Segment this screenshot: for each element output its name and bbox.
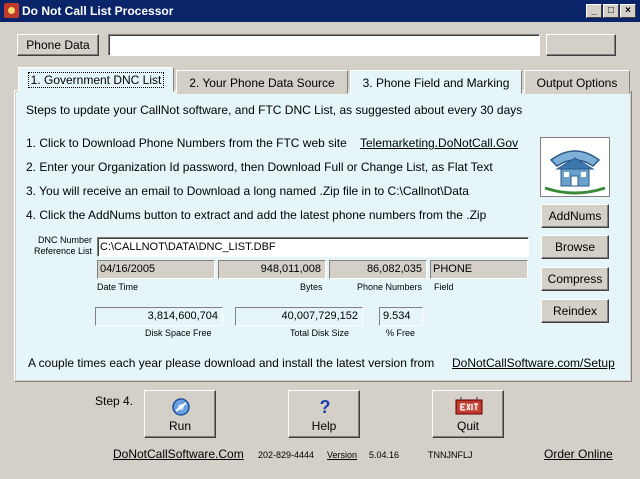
run-icon [171,397,191,417]
setup-link[interactable]: DoNotCallSoftware.com/Setup [452,356,615,370]
step-label: Step 4. [95,394,134,408]
bytes-label: Bytes [300,282,323,292]
pct-free-label: % Free [386,328,416,338]
registration-code: TNNJNFLJ [428,450,473,460]
reindex-button[interactable]: Reindex [541,299,609,323]
tab-label: 1. Government DNC List [27,72,165,88]
tab-label: 2. Your Phone Data Source [189,76,335,90]
site-link[interactable]: DoNotCallSoftware.Com [113,447,244,461]
run-label: Run [168,419,191,433]
phone-numbers-field: 86,082,035 [329,260,427,279]
version-number: 5.04.16 [369,450,400,460]
app-icon [4,3,19,18]
close-icon[interactable]: × [620,4,636,18]
step4-text: 4. Click the AddNums button to extract a… [26,208,487,222]
quit-button[interactable]: Quit [432,390,504,438]
phone-numbers-label: Phone Numbers [357,282,423,292]
field-label: Field [434,282,454,292]
help-label: Help [311,419,337,433]
footer-text: A couple times each year please download… [28,356,435,370]
addnums-button[interactable]: AddNums [541,204,609,228]
title-bar: Do Not Call List Processor _ □ × [0,0,640,22]
help-icon: ? [319,397,331,417]
browse-button[interactable]: Browse [541,235,609,259]
intro-text: Steps to update your CallNot software, a… [26,103,523,117]
phone-data-side-button[interactable] [546,34,616,56]
tab-your-phone-data-source[interactable]: 2. Your Phone Data Source [176,70,348,94]
tab-label: 3. Phone Field and Marking [362,76,510,90]
date-time-field: 04/16/2005 [97,260,215,279]
tab-output-options[interactable]: Output Options [524,70,630,94]
dnc-path-field[interactable]: C:\CALLNOT\DATA\DNC_LIST.DBF [97,237,529,257]
disk-space-free-label: Disk Space Free [145,328,212,338]
date-time-label: Date Time [97,282,139,292]
help-button[interactable]: ? Help [288,390,360,438]
step2-text: 2. Enter your Organization Id password, … [26,160,493,174]
pct-free-field: 9.534 [379,307,423,326]
minimize-icon[interactable]: _ [586,4,602,18]
step1-text: 1. Click to Download Phone Numbers from … [26,136,347,150]
tab-phone-field-and-marking[interactable]: 3. Phone Field and Marking [350,70,522,94]
ftc-site-link[interactable]: Telemarketing.DoNotCall.Gov [360,136,518,150]
bytes-field: 948,011,008 [218,260,326,279]
dnc-reference-label: DNC Number Reference List [33,235,92,256]
tab-label: Output Options [536,76,618,90]
disk-space-free-field: 3,814,600,704 [95,307,223,326]
tab-government-dnc-list[interactable]: 1. Government DNC List [18,67,174,92]
phone-field-name: PHONE [430,260,528,279]
telephone-house-icon [540,137,610,197]
order-online-link[interactable]: Order Online [544,447,613,461]
version-link[interactable]: Version [327,450,357,460]
step3-text: 3. You will receive an email to Download… [26,184,469,198]
run-button[interactable]: Run [144,390,216,438]
phone-data-input[interactable] [108,34,540,56]
phone-number-text: 202-829-4444 [258,450,315,460]
compress-button[interactable]: Compress [541,267,609,291]
maximize-icon[interactable]: □ [603,4,619,18]
total-disk-size-label: Total Disk Size [290,328,350,338]
phone-data-button[interactable]: Phone Data [17,34,99,56]
window-title: Do Not Call List Processor [22,4,174,18]
exit-sign-icon [455,397,483,417]
quit-label: Quit [456,419,479,433]
total-disk-size-field: 40,007,729,152 [235,307,363,326]
